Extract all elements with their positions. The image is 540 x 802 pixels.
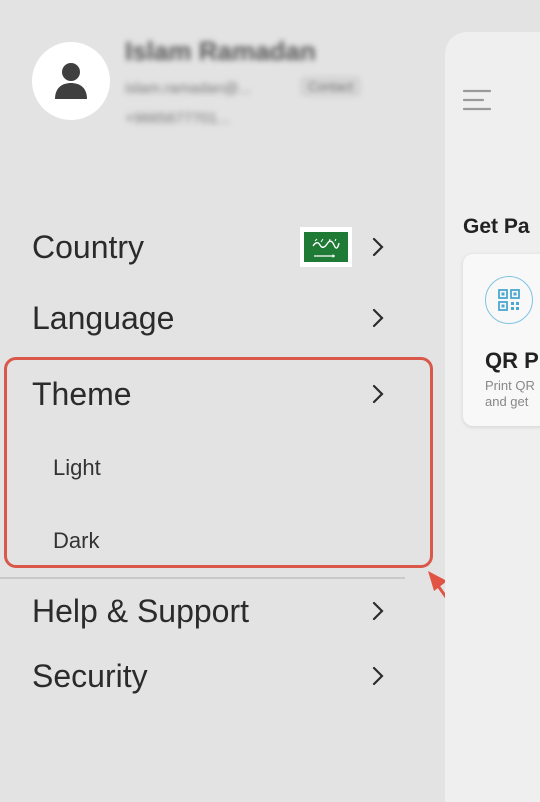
card-description-line-1: Print QR [485, 378, 535, 393]
menu-item-security-label: Security [32, 657, 148, 694]
saudi-flag-icon [300, 227, 352, 267]
chevron-right-icon [372, 601, 384, 621]
profile-phone: +9665677701... [125, 110, 230, 127]
card-description: Print QR and get [485, 378, 535, 410]
menu-item-country-label: Country [32, 228, 145, 265]
flag-inscription [312, 238, 340, 249]
qr-payment-card[interactable]: QR P Print QR and get [463, 254, 540, 426]
card-description-line-2: and get [485, 394, 529, 409]
chevron-right-icon [372, 237, 384, 257]
avatar[interactable] [32, 42, 110, 120]
menu-item-help-label: Help & Support [32, 592, 250, 629]
menu-item-security[interactable]: Security [0, 648, 420, 704]
menu-item-help-support[interactable]: Help & Support [0, 583, 420, 639]
card-title: QR P [485, 348, 539, 373]
qr-code-icon [498, 289, 520, 311]
section-title: Get Pa [463, 215, 530, 238]
theme-highlight-box [4, 357, 433, 568]
profile-email: islam.ramadan@... [125, 80, 252, 97]
chevron-right-icon [372, 666, 384, 686]
menu-icon[interactable] [463, 89, 491, 111]
divider [0, 577, 405, 579]
chevron-right-icon [372, 308, 384, 328]
background-app-panel: Get Pa QR P Print QR and get [445, 32, 540, 802]
user-icon [55, 63, 87, 99]
flag-sword [314, 254, 335, 257]
menu-item-language-label: Language [32, 299, 175, 336]
menu-item-language[interactable]: Language [0, 290, 420, 346]
profile-name: Islam Ramadan [125, 36, 316, 66]
navigation-drawer: Islam Ramadan islam.ramadan@... Contact … [0, 0, 445, 795]
profile-badge[interactable]: Contact [300, 76, 361, 97]
qr-icon-container [485, 276, 533, 324]
menu-item-country[interactable]: Country [0, 219, 420, 275]
